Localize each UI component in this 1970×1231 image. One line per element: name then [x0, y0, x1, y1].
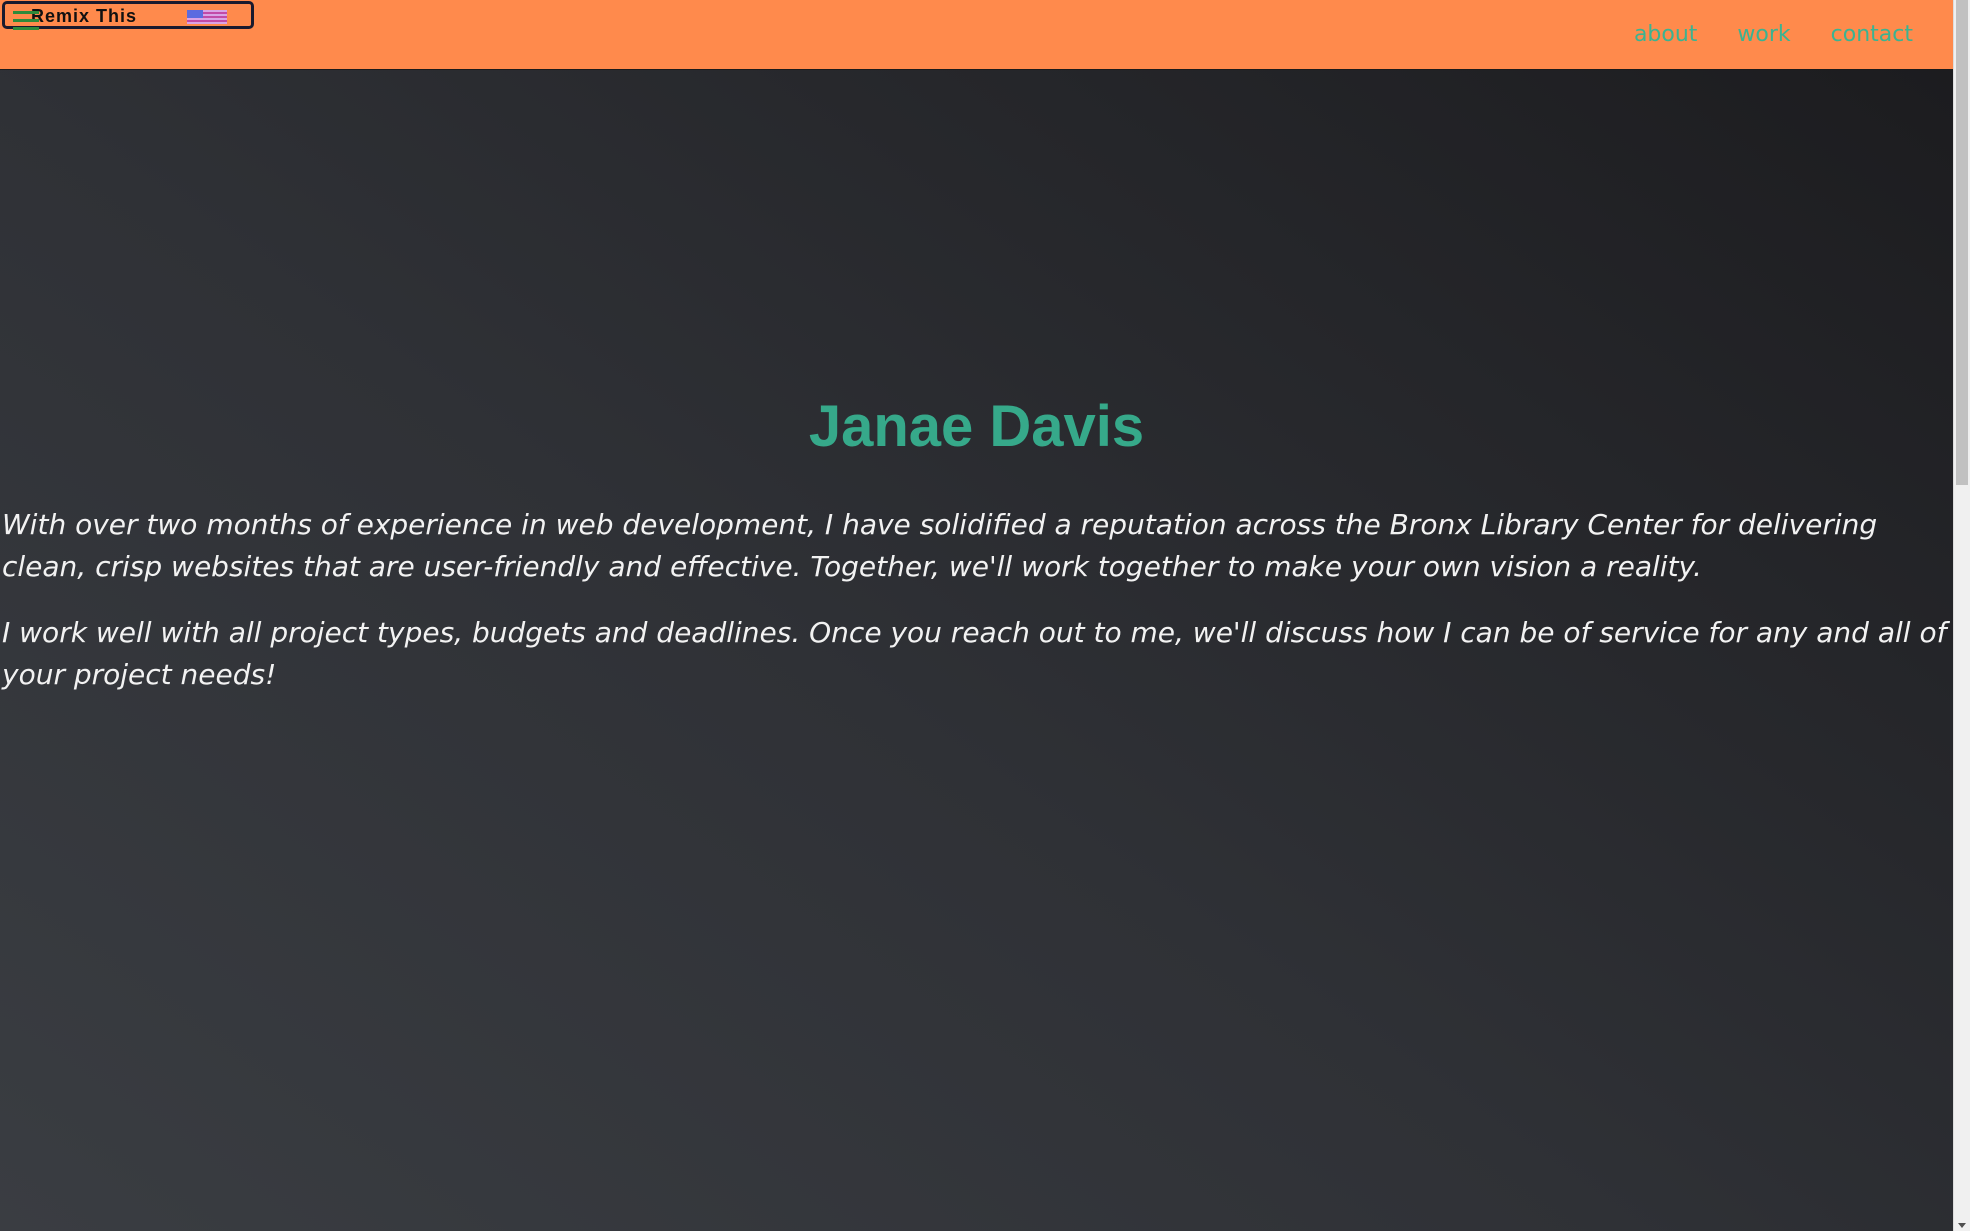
page-title: Janae Davis — [808, 394, 1145, 459]
remix-this-label: Remix This — [31, 6, 138, 26]
nav-link-work[interactable]: work — [1737, 19, 1790, 51]
hamburger-menu-icon[interactable] — [13, 11, 41, 33]
intro-paragraph-services: I work well with all project types, budg… — [2, 616, 1947, 691]
vertical-scrollbar[interactable] — [1953, 0, 1970, 1231]
nav-link-contact[interactable]: contact — [1831, 19, 1913, 51]
nav-link-about[interactable]: about — [1634, 19, 1697, 51]
scrollbar-thumb[interactable] — [1956, 0, 1968, 485]
navbar: Remix This about work contact — [0, 0, 1953, 70]
intro-paragraph-experience: With over two months of experience in we… — [2, 508, 1878, 583]
scroll-down-arrow-icon[interactable] — [1958, 1223, 1966, 1228]
flag-icon — [187, 10, 227, 24]
nav-links: about work contact — [1634, 19, 1913, 51]
page: Remix This about work contact Janae Davi… — [0, 0, 1953, 1231]
